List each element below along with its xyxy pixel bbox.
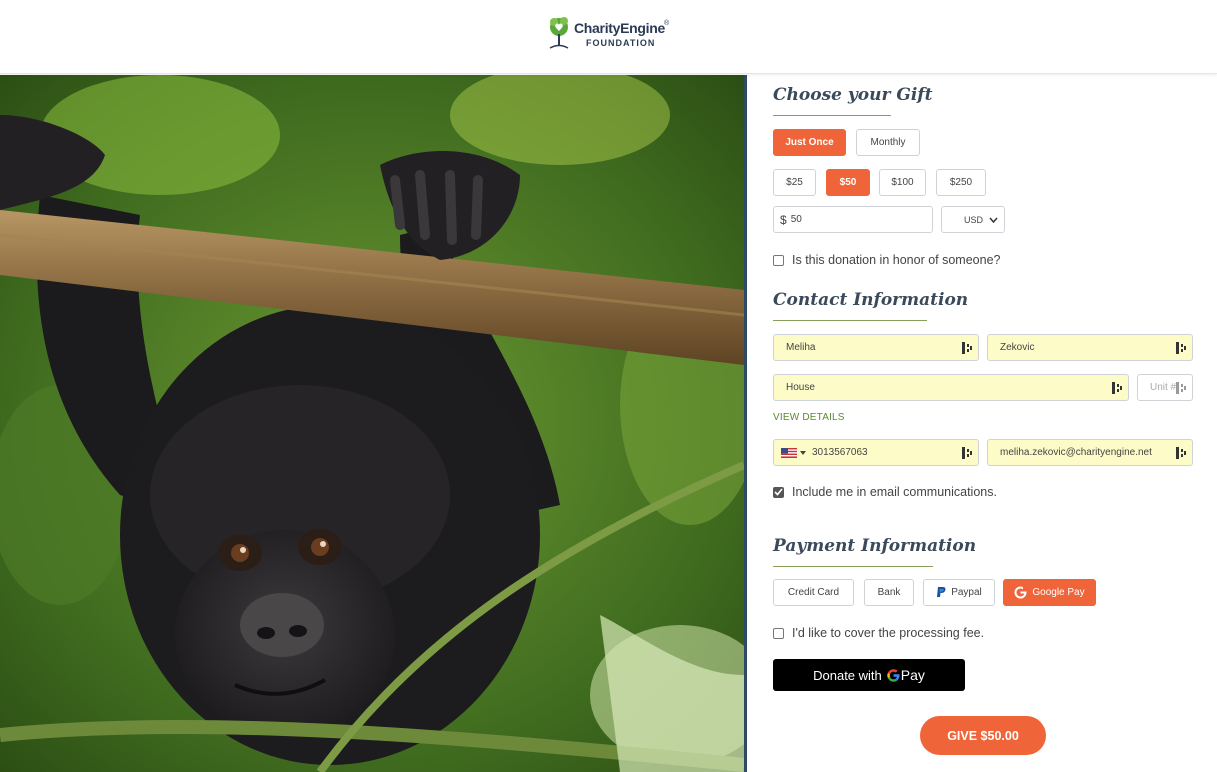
autofill-key-icon[interactable] <box>1176 447 1186 459</box>
payment-paypal-label: Paypal <box>951 587 982 598</box>
donate-with-label: Donate with <box>813 667 882 683</box>
us-flag-icon[interactable] <box>781 447 797 458</box>
logo-text: CharityEngine <box>574 20 666 36</box>
last-name-value: Zekovic <box>1000 342 1035 353</box>
phone-value: 3013567063 <box>812 447 868 458</box>
contact-section-title: Contact Information <box>773 290 969 310</box>
unit-placeholder: Unit # <box>1150 382 1177 393</box>
payment-paypal-button[interactable]: Paypal <box>923 579 995 606</box>
gift-title-underline <box>773 115 891 116</box>
first-name-field[interactable]: Meliha <box>773 334 979 361</box>
amount-25-button[interactable]: $25 <box>773 169 816 196</box>
address-field[interactable]: House <box>773 374 1129 401</box>
autofill-key-icon[interactable] <box>962 342 972 354</box>
unit-field[interactable]: Unit # <box>1137 374 1193 401</box>
payment-section-title: Payment Information <box>773 536 977 556</box>
processing-fee-label: I'd like to cover the processing fee. <box>792 626 985 640</box>
trademark-symbol: ® <box>664 20 670 27</box>
first-name-value: Meliha <box>786 342 816 353</box>
custom-amount-value: 50 <box>790 214 802 225</box>
logo-subtitle: FOUNDATION <box>586 38 656 48</box>
autofill-key-icon[interactable] <box>1176 382 1186 394</box>
payment-title-underline <box>773 566 933 567</box>
amount-50-button[interactable]: $50 <box>826 169 870 196</box>
site-header: CharityEngine ® FOUNDATION <box>0 0 1217 74</box>
currency-symbol: $ <box>780 212 787 227</box>
honor-donation-row[interactable]: Is this donation in honor of someone? <box>773 253 1000 267</box>
country-dropdown-icon[interactable] <box>800 450 806 455</box>
custom-amount-field[interactable]: $ 50 <box>773 206 933 233</box>
payment-credit-card-button[interactable]: Credit Card <box>773 579 854 606</box>
email-field[interactable]: meliha.zekovic@charityengine.net <box>987 439 1193 466</box>
google-pay-label: Pay <box>900 667 925 683</box>
autofill-key-icon[interactable] <box>962 447 972 459</box>
frequency-just-once-button[interactable]: Just Once <box>773 129 846 156</box>
email-value: meliha.zekovic@charityengine.net <box>1000 447 1152 458</box>
donation-form: Choose your Gift Just Once Monthly $25 $… <box>747 75 1217 772</box>
last-name-field[interactable]: Zekovic <box>987 334 1193 361</box>
payment-bank-button[interactable]: Bank <box>864 579 914 606</box>
give-submit-button[interactable]: GIVE $50.00 <box>920 716 1046 755</box>
tree-heart-icon <box>549 17 569 49</box>
address-value: House <box>786 382 815 393</box>
phone-field[interactable]: 3013567063 <box>773 439 979 466</box>
autofill-key-icon[interactable] <box>1112 382 1122 394</box>
hero-image-gorilla <box>0 75 744 772</box>
currency-value: USD <box>964 214 984 225</box>
currency-select[interactable]: USD <box>941 206 1005 233</box>
email-opt-in-label: Include me in email communications. <box>792 485 997 499</box>
chevron-down-icon <box>989 217 998 223</box>
amount-250-button[interactable]: $250 <box>936 169 986 196</box>
donate-with-google-pay-button[interactable]: Donate with Pay <box>773 659 965 691</box>
charityengine-logo[interactable]: CharityEngine ® FOUNDATION <box>546 14 676 54</box>
google-icon <box>1014 586 1028 599</box>
honor-label: Is this donation in honor of someone? <box>792 253 1001 267</box>
email-opt-in-row[interactable]: Include me in email communications. <box>773 485 997 499</box>
processing-fee-checkbox[interactable] <box>773 627 784 639</box>
payment-google-pay-button[interactable]: Google Pay <box>1003 579 1096 606</box>
gift-section-title: Choose your Gift <box>773 85 933 105</box>
checkmark-icon <box>774 488 783 496</box>
processing-fee-row[interactable]: I'd like to cover the processing fee. <box>773 626 984 640</box>
amount-100-button[interactable]: $100 <box>879 169 926 196</box>
honor-checkbox[interactable] <box>773 254 784 266</box>
paypal-icon <box>937 587 946 597</box>
autofill-key-icon[interactable] <box>1176 342 1186 354</box>
frequency-monthly-button[interactable]: Monthly <box>856 129 920 156</box>
contact-title-underline <box>773 320 927 321</box>
email-opt-in-checkbox[interactable] <box>773 486 784 498</box>
payment-google-pay-label: Google Pay <box>1032 587 1085 598</box>
view-details-link[interactable]: VIEW DETAILS <box>773 412 845 423</box>
google-g-icon <box>887 668 900 682</box>
